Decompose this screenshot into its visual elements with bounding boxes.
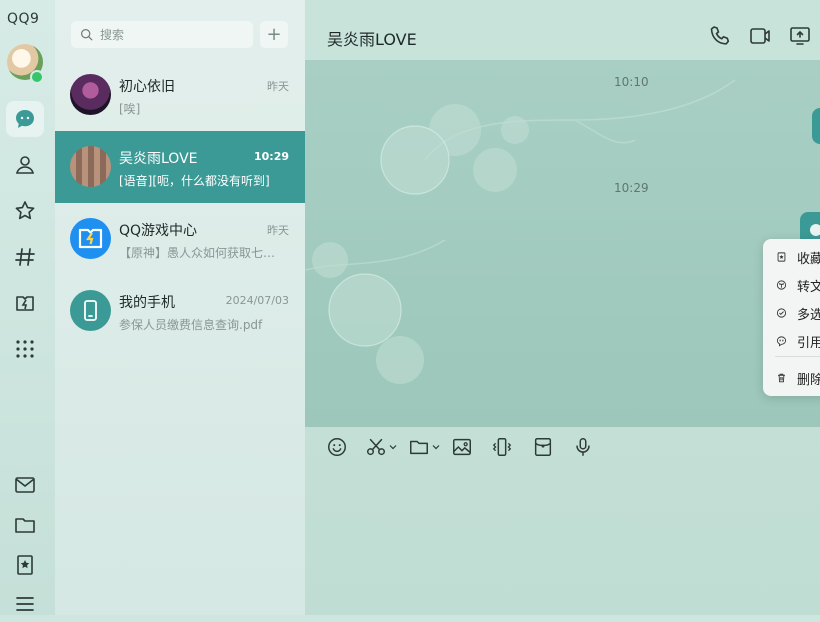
- convert-text-icon: [776, 280, 787, 290]
- chat-title: 吴炎雨LOVE: [327, 30, 417, 49]
- chevron-down-icon[interactable]: [389, 443, 397, 451]
- folder-icon: [15, 518, 35, 533]
- contact-avatar: [70, 74, 111, 115]
- nav-apps-button[interactable]: [6, 331, 44, 367]
- emoji-smile-icon: [328, 438, 346, 456]
- nav-mail-button[interactable]: [6, 467, 44, 503]
- search-input[interactable]: [98, 26, 252, 43]
- menu-item-quote[interactable]: 引用: [763, 328, 820, 354]
- qq-game-center-avatar: [70, 218, 111, 259]
- conversation-item-qq-game-center[interactable]: QQ游戏中心 昨天 【原神】愚人众如何获取七…: [55, 203, 305, 275]
- red-packet-button[interactable]: [532, 435, 554, 459]
- conversation-list-panel: + 初心依旧 昨天 [唉] 吴炎雨LOVE 10:29 [语音][呃，什么都没有…: [55, 0, 305, 615]
- scissors-icon: [367, 438, 385, 456]
- check-circle-icon: [776, 308, 787, 318]
- menu-item-label: 引用: [796, 335, 820, 351]
- add-button[interactable]: +: [260, 21, 288, 48]
- message-area[interactable]: 10:10 10:29 收藏 转文 多选 引用 删除: [305, 60, 820, 427]
- conversation-time: 昨天: [267, 80, 289, 93]
- menu-item-label: 删除: [796, 372, 820, 388]
- conversation-preview: [语音][呃，什么都没有听到]: [119, 174, 270, 188]
- folder-icon: [410, 440, 428, 455]
- conversation-time: 10:29: [253, 150, 289, 163]
- microphone-icon: [576, 438, 590, 456]
- conversation-time: 昨天: [267, 224, 289, 237]
- nav-saved-button[interactable]: [6, 547, 44, 583]
- vibrate-phone-icon: [492, 438, 512, 456]
- person-icon: [15, 156, 35, 174]
- hashtag-icon: [15, 248, 35, 266]
- bookmark-star-icon: [17, 555, 33, 575]
- conversation-item-wuyanyu[interactable]: 吴炎雨LOVE 10:29 [语音][呃，什么都没有听到]: [55, 131, 305, 203]
- menu-item-label: 多选: [796, 307, 820, 323]
- screenshot-button[interactable]: [365, 435, 397, 459]
- phone-call-icon[interactable]: [708, 24, 732, 48]
- nav-contacts-button[interactable]: [6, 147, 44, 183]
- menu-item-label: 收藏: [796, 251, 820, 267]
- message-bubble[interactable]: [812, 108, 820, 144]
- send-image-button[interactable]: [451, 435, 473, 459]
- image-icon: [453, 438, 471, 456]
- conversation-name: QQ游戏中心: [119, 223, 198, 239]
- menu-item-convert-text[interactable]: 转文: [763, 272, 820, 298]
- game-flash-icon: [78, 228, 103, 249]
- chat-bubble-icon: [16, 110, 34, 128]
- screen-share-icon[interactable]: [788, 24, 812, 48]
- trash-icon: [778, 373, 785, 383]
- search-icon: [81, 29, 93, 41]
- nav-messages-button[interactable]: [6, 101, 44, 137]
- chat-panel: 吴炎雨LOVE 10:10 10:29 收藏 转文 多选 引用 删除: [305, 0, 820, 615]
- voice-input-button[interactable]: [572, 435, 594, 459]
- chevron-down-icon[interactable]: [432, 443, 440, 451]
- message-input-area[interactable]: [305, 467, 820, 615]
- star-icon: [15, 201, 35, 220]
- nav-menu-button[interactable]: [6, 586, 44, 622]
- quote-icon: [776, 336, 787, 347]
- send-file-button[interactable]: [408, 435, 440, 459]
- video-call-icon[interactable]: [748, 24, 772, 48]
- conversation-item-chuxin[interactable]: 初心依旧 昨天 [唉]: [55, 59, 305, 131]
- hamburger-menu-icon: [16, 597, 34, 611]
- online-status-dot: [30, 70, 44, 84]
- conversation-item-my-phone[interactable]: 我的手机 2024/07/03 参保人员缴费信息查询.pdf: [55, 275, 305, 347]
- contact-avatar: [70, 146, 111, 187]
- nav-files-button[interactable]: [6, 507, 44, 543]
- conversation-preview: 参保人员缴费信息查询.pdf: [119, 318, 263, 332]
- menu-item-label: 转文: [796, 279, 820, 295]
- menu-item-delete[interactable]: 删除: [763, 365, 820, 391]
- message-context-menu: 收藏 转文 多选 引用 删除: [763, 239, 820, 396]
- conversation-name: 初心依旧: [119, 79, 175, 95]
- message-timestamp: 10:29: [614, 181, 649, 195]
- composer-toolbar: [305, 427, 820, 467]
- my-phone-avatar: [70, 290, 111, 331]
- menu-item-multi-select[interactable]: 多选: [763, 300, 820, 326]
- nav-favorites-button[interactable]: [6, 193, 44, 229]
- game-flash-icon: [16, 296, 34, 311]
- message-timestamp: 10:10: [614, 75, 649, 89]
- conversation-name: 吴炎雨LOVE: [119, 151, 198, 167]
- bookmark-icon: [777, 252, 786, 262]
- emoji-button[interactable]: [326, 435, 348, 459]
- search-box[interactable]: [71, 21, 253, 48]
- conversation-preview: [唉]: [119, 102, 141, 116]
- grid-dots-icon: [16, 340, 34, 358]
- conversation-name: 我的手机: [119, 295, 175, 311]
- menu-item-favorite[interactable]: 收藏: [763, 244, 820, 270]
- phone-device-icon: [84, 300, 97, 321]
- shake-window-button[interactable]: [491, 435, 513, 459]
- plum-blossom-background: [305, 79, 736, 384]
- red-envelope-icon: [534, 438, 552, 456]
- left-nav-rail: QQ9: [0, 0, 55, 615]
- mail-icon: [15, 477, 35, 493]
- conversation-time: 2024/07/03: [225, 294, 289, 307]
- menu-divider: [775, 356, 820, 357]
- conversation-preview: 【原神】愚人众如何获取七…: [119, 246, 276, 260]
- chat-header: 吴炎雨LOVE: [305, 0, 820, 60]
- nav-channels-button[interactable]: [6, 239, 44, 275]
- voice-play-icon[interactable]: [810, 224, 820, 236]
- app-brand: QQ9: [7, 11, 40, 27]
- nav-games-button[interactable]: [6, 285, 44, 321]
